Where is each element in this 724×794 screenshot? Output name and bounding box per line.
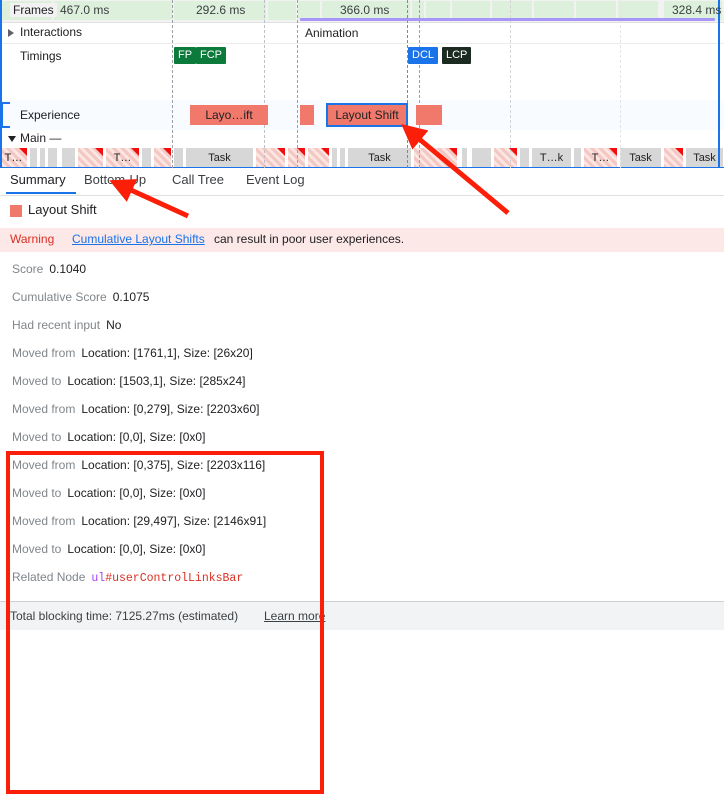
annotation-arrows (109, 124, 510, 219)
arrow-to-layout-shift-block (401, 124, 510, 215)
arrow-to-summary-tab (109, 179, 190, 219)
